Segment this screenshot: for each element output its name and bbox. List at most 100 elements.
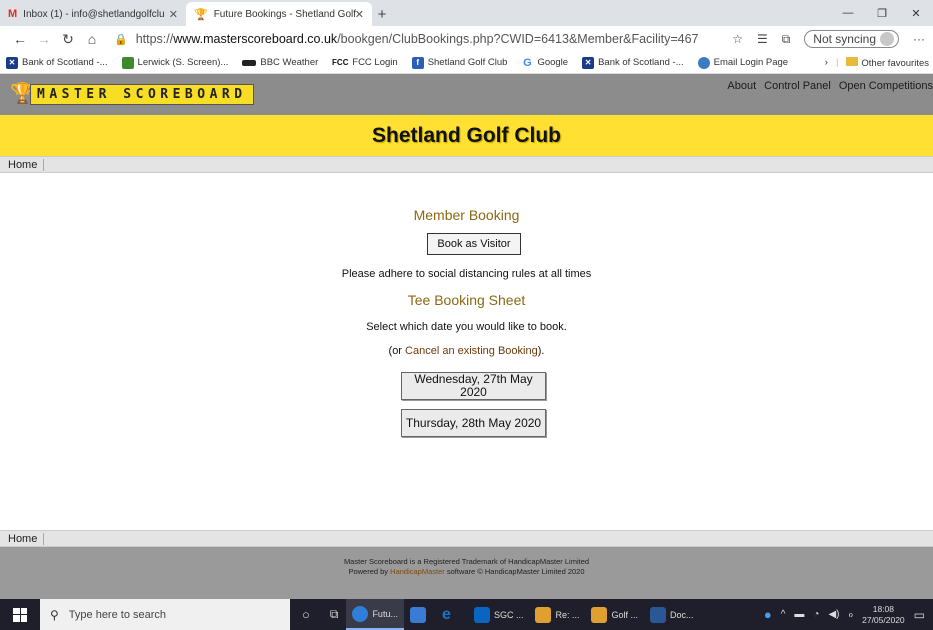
system-tray: ● ^ ▬ ◔ ◀) ℴ 18:08 27/05/2020 ▭ <box>764 604 933 626</box>
taskbar-app-word[interactable]: Doc... <box>644 599 700 630</box>
gmail-icon: M <box>8 8 18 20</box>
forward-icon[interactable]: → <box>32 31 56 47</box>
favourite-item[interactable]: ✕ Bank of Scotland -... <box>582 56 684 69</box>
taskbar-app-ie[interactable]: e <box>436 599 468 630</box>
favourite-item[interactable]: BBC Weather <box>242 57 318 68</box>
url-host: www.masterscoreboard.co.uk <box>173 32 338 46</box>
battery-icon[interactable]: ▬ <box>794 609 804 620</box>
favourite-item[interactable]: Lerwick (S. Screen)... <box>121 56 228 69</box>
favourite-label: Google <box>537 57 569 68</box>
new-tab-button[interactable]: + <box>372 2 392 26</box>
windows-taskbar: ⚲ Type here to search ○ ⧉ Futu... e SGC … <box>0 599 933 630</box>
footer-powered-prefix: Powered by <box>348 567 391 576</box>
cancel-line: (or Cancel an existing Booking). <box>0 345 933 357</box>
volume-icon[interactable]: ◀) <box>828 609 839 620</box>
nav-open-competitions[interactable]: Open Competitions <box>839 80 933 92</box>
window-controls: — ❐ ✕ <box>831 0 933 26</box>
sync-button[interactable]: Not syncing <box>804 30 899 48</box>
nav-about[interactable]: About <box>727 80 756 92</box>
favourite-label: Shetland Golf Club <box>427 57 508 68</box>
close-window-icon[interactable]: ✕ <box>899 0 933 26</box>
taskbar-app-edge[interactable]: Futu... <box>346 599 404 630</box>
breadcrumb-home[interactable]: Home <box>0 158 45 171</box>
taskbar-app-mail-1[interactable]: Re: ... <box>529 599 585 630</box>
mail-icon <box>535 606 552 623</box>
taskbar-app-label: Doc... <box>670 609 694 620</box>
windows-icon <box>13 607 27 622</box>
select-date-text: Select which date you would like to book… <box>366 321 567 333</box>
taskbar-clock[interactable]: 18:08 27/05/2020 <box>862 604 905 626</box>
favourite-item[interactable]: ✕ Bank of Scotland -... <box>6 56 108 69</box>
start-button[interactable] <box>0 599 40 630</box>
favourites-list-icon[interactable]: ☰ <box>757 32 768 46</box>
trophy-icon: 🏆 <box>194 8 208 21</box>
back-icon[interactable]: ← <box>8 31 32 47</box>
tab-inbox[interactable]: M Inbox (1) - info@shetlandgolfclu ✕ <box>0 2 186 26</box>
favourite-label: BBC Weather <box>260 57 319 68</box>
browser-tab-bar: M Inbox (1) - info@shetlandgolfclu ✕ 🏆 F… <box>0 0 933 26</box>
chevron-right-icon[interactable]: › <box>825 57 828 68</box>
favourite-item[interactable]: f Shetland Golf Club <box>411 56 508 69</box>
footer-trademark: Master Scoreboard is a Registered Tradem… <box>343 557 590 566</box>
site-logo[interactable]: 🏆 MASTER SCOREBOARD <box>10 83 254 105</box>
footer-powered-suffix: software © HandicapMaster Limited 2020 <box>444 567 585 576</box>
url-path: /bookgen/ClubBookings.php?CWID=6413&Memb… <box>337 32 699 46</box>
lock-icon: 🔒 <box>114 33 128 46</box>
breadcrumb-home[interactable]: Home <box>0 532 45 545</box>
taskbar-app-outlook[interactable]: SGC ... <box>468 599 530 630</box>
other-favourites[interactable]: Other favourites <box>846 56 929 69</box>
sync-label: Not syncing <box>813 32 876 46</box>
cortana-icon[interactable]: ○ <box>290 599 322 630</box>
pen-icon[interactable]: ℴ <box>848 609 853 620</box>
close-icon[interactable]: ✕ <box>355 8 364 21</box>
restore-icon[interactable]: ❐ <box>865 0 899 26</box>
minimize-icon[interactable]: — <box>831 0 865 26</box>
date-button-thursday[interactable]: Thursday, 28th May 2020 <box>401 409 546 437</box>
taskbar-app-mail-2[interactable]: Golf ... <box>585 599 644 630</box>
taskbar-app-explorer[interactable] <box>404 599 436 630</box>
taskbar-app-label: SGC ... <box>493 609 524 620</box>
tab-future-bookings[interactable]: 🏆 Future Bookings - Shetland Golf ✕ <box>186 2 372 26</box>
edge-icon <box>352 605 369 622</box>
favourite-label: Bank of Scotland -... <box>22 57 108 68</box>
site-footer: Master Scoreboard is a Registered Tradem… <box>0 547 933 599</box>
more-icon[interactable]: ··· <box>913 32 925 46</box>
home-icon[interactable]: ⌂ <box>80 31 104 47</box>
close-icon[interactable]: ✕ <box>169 8 178 21</box>
notifications-icon[interactable]: ▭ <box>914 608 925 622</box>
taskbar-app-label: Futu... <box>372 608 398 619</box>
book-as-visitor-button[interactable]: Book as Visitor <box>427 233 521 255</box>
chevron-up-icon[interactable]: ^ <box>781 609 786 620</box>
taskbar-search[interactable]: ⚲ Type here to search <box>40 599 290 630</box>
footer-powered: Powered by HandicapMaster software © Han… <box>0 567 933 577</box>
divider: | <box>835 57 839 68</box>
collections-icon[interactable]: ⧉ <box>782 32 791 47</box>
site-header: 🏆 MASTER SCOREBOARD About Control Panel … <box>0 74 933 115</box>
url-field[interactable]: 🔒 https://www.masterscoreboard.co.uk/boo… <box>114 32 722 46</box>
help-icon[interactable]: ● <box>764 607 772 622</box>
favourite-star-icon[interactable]: ☆ <box>732 32 743 46</box>
task-view-icon[interactable]: ⧉ <box>322 599 347 630</box>
cancel-booking-link[interactable]: Cancel an existing Booking <box>405 345 538 357</box>
google-icon: G <box>523 56 532 69</box>
bank-icon: ✕ <box>582 56 595 69</box>
wifi-icon[interactable]: ◔ <box>813 609 819 620</box>
internet-explorer-icon: e <box>441 605 451 623</box>
favourite-item[interactable]: FCC FCC Login <box>332 57 398 69</box>
breadcrumb: Home <box>0 156 933 173</box>
fcc-icon: FCC <box>332 58 349 67</box>
favourite-label: FCC Login <box>352 57 398 68</box>
favourite-item[interactable]: G Google <box>521 57 568 69</box>
trophy-icon: 🏆 <box>10 83 35 105</box>
page-title: Shetland Golf Club <box>372 123 561 147</box>
nav-control-panel[interactable]: Control Panel <box>764 80 831 92</box>
distancing-note: Please adhere to social distancing rules… <box>341 268 592 280</box>
handicapmaster-link[interactable]: HandicapMaster <box>390 567 445 576</box>
screen-icon <box>121 56 134 69</box>
favourite-item[interactable]: Email Login Page <box>697 56 788 69</box>
tee-booking-heading: Tee Booking Sheet <box>407 292 526 308</box>
folder-icon <box>846 56 859 66</box>
refresh-icon[interactable]: ↻ <box>56 31 80 48</box>
date-button-wednesday[interactable]: Wednesday, 27th May 2020 <box>401 372 546 400</box>
outlook-icon <box>473 606 490 623</box>
